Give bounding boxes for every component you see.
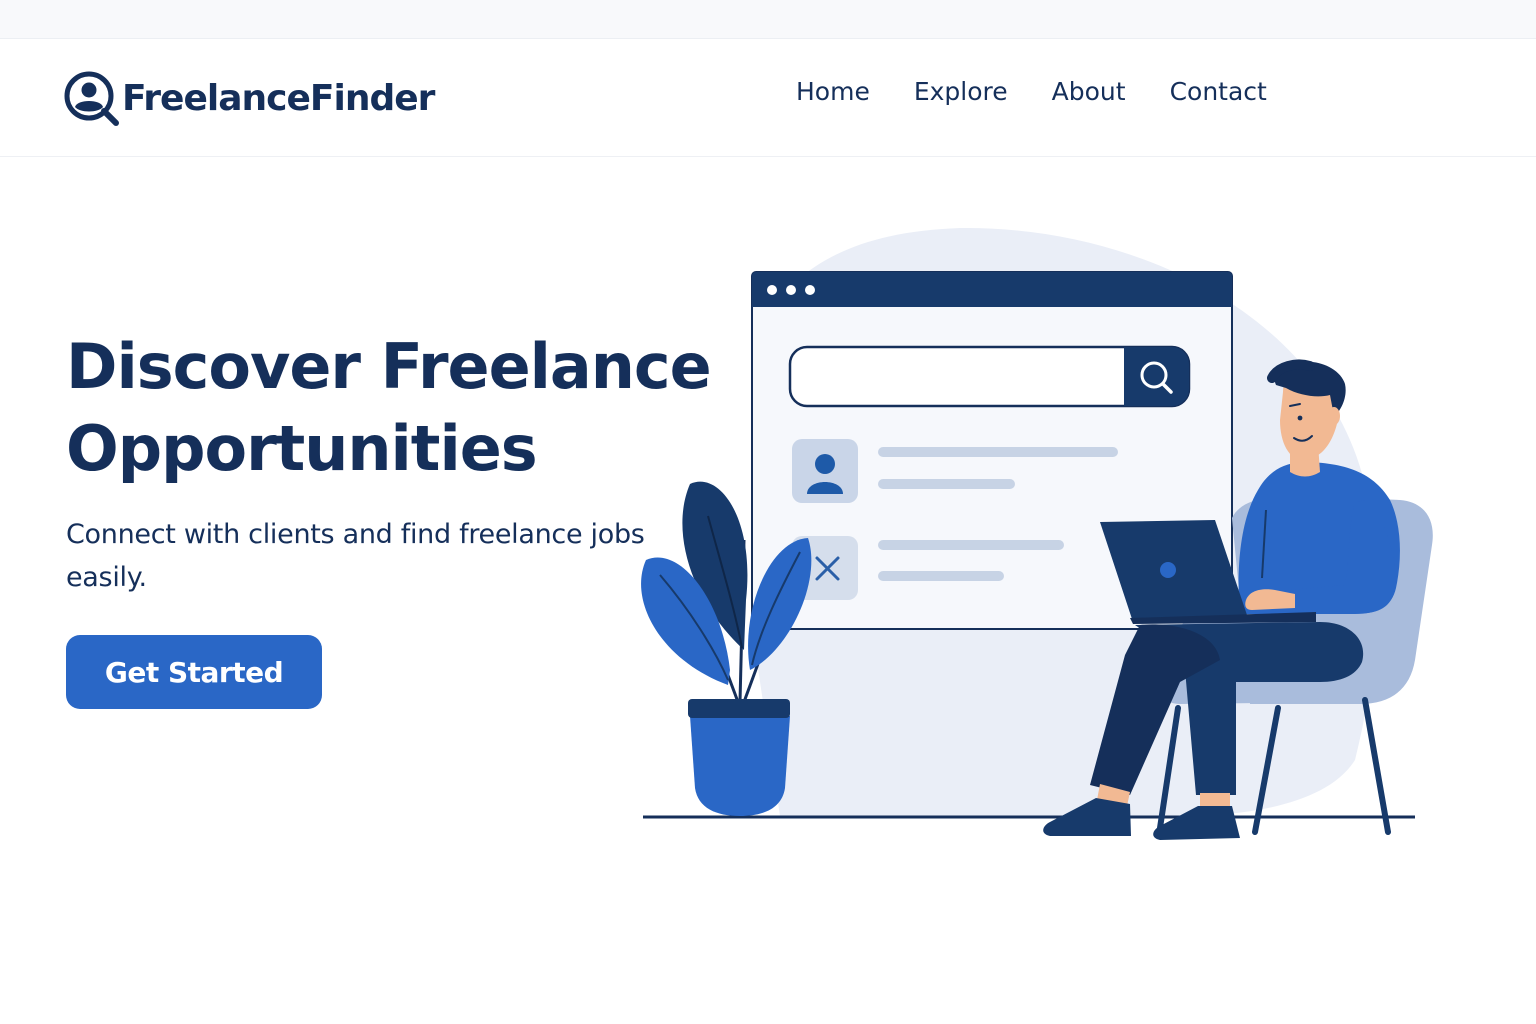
hero-title-line-2: Opportunities: [66, 412, 538, 485]
site-header: FreelanceFinder Home Explore About Conta…: [0, 39, 1536, 157]
nav-about[interactable]: About: [1052, 77, 1126, 106]
magnifier-user-icon: [64, 71, 119, 126]
window-dot-icon: [805, 285, 815, 295]
hero-title: Discover Freelance Opportunities: [66, 326, 712, 490]
nav-explore[interactable]: Explore: [914, 77, 1008, 106]
main-nav: Home Explore About Contact: [796, 77, 1267, 106]
get-started-button[interactable]: Get Started: [66, 635, 322, 709]
window-dot-icon: [767, 285, 777, 295]
plant-pot: [690, 716, 790, 816]
illustration-search-bar: [788, 345, 1191, 408]
hero-subtitle: Connect with clients and find freelance …: [66, 519, 645, 593]
hero-title-line-1: Discover Freelance: [66, 330, 712, 403]
browser-top-strip: [0, 0, 1536, 39]
nav-contact[interactable]: Contact: [1170, 77, 1267, 106]
window-dot-icon: [786, 285, 796, 295]
hero-illustration: [641, 227, 1433, 840]
brand-name: FreelanceFinder: [122, 77, 435, 119]
nav-home[interactable]: Home: [796, 77, 870, 106]
brand-logo[interactable]: FreelanceFinder: [62, 69, 435, 127]
